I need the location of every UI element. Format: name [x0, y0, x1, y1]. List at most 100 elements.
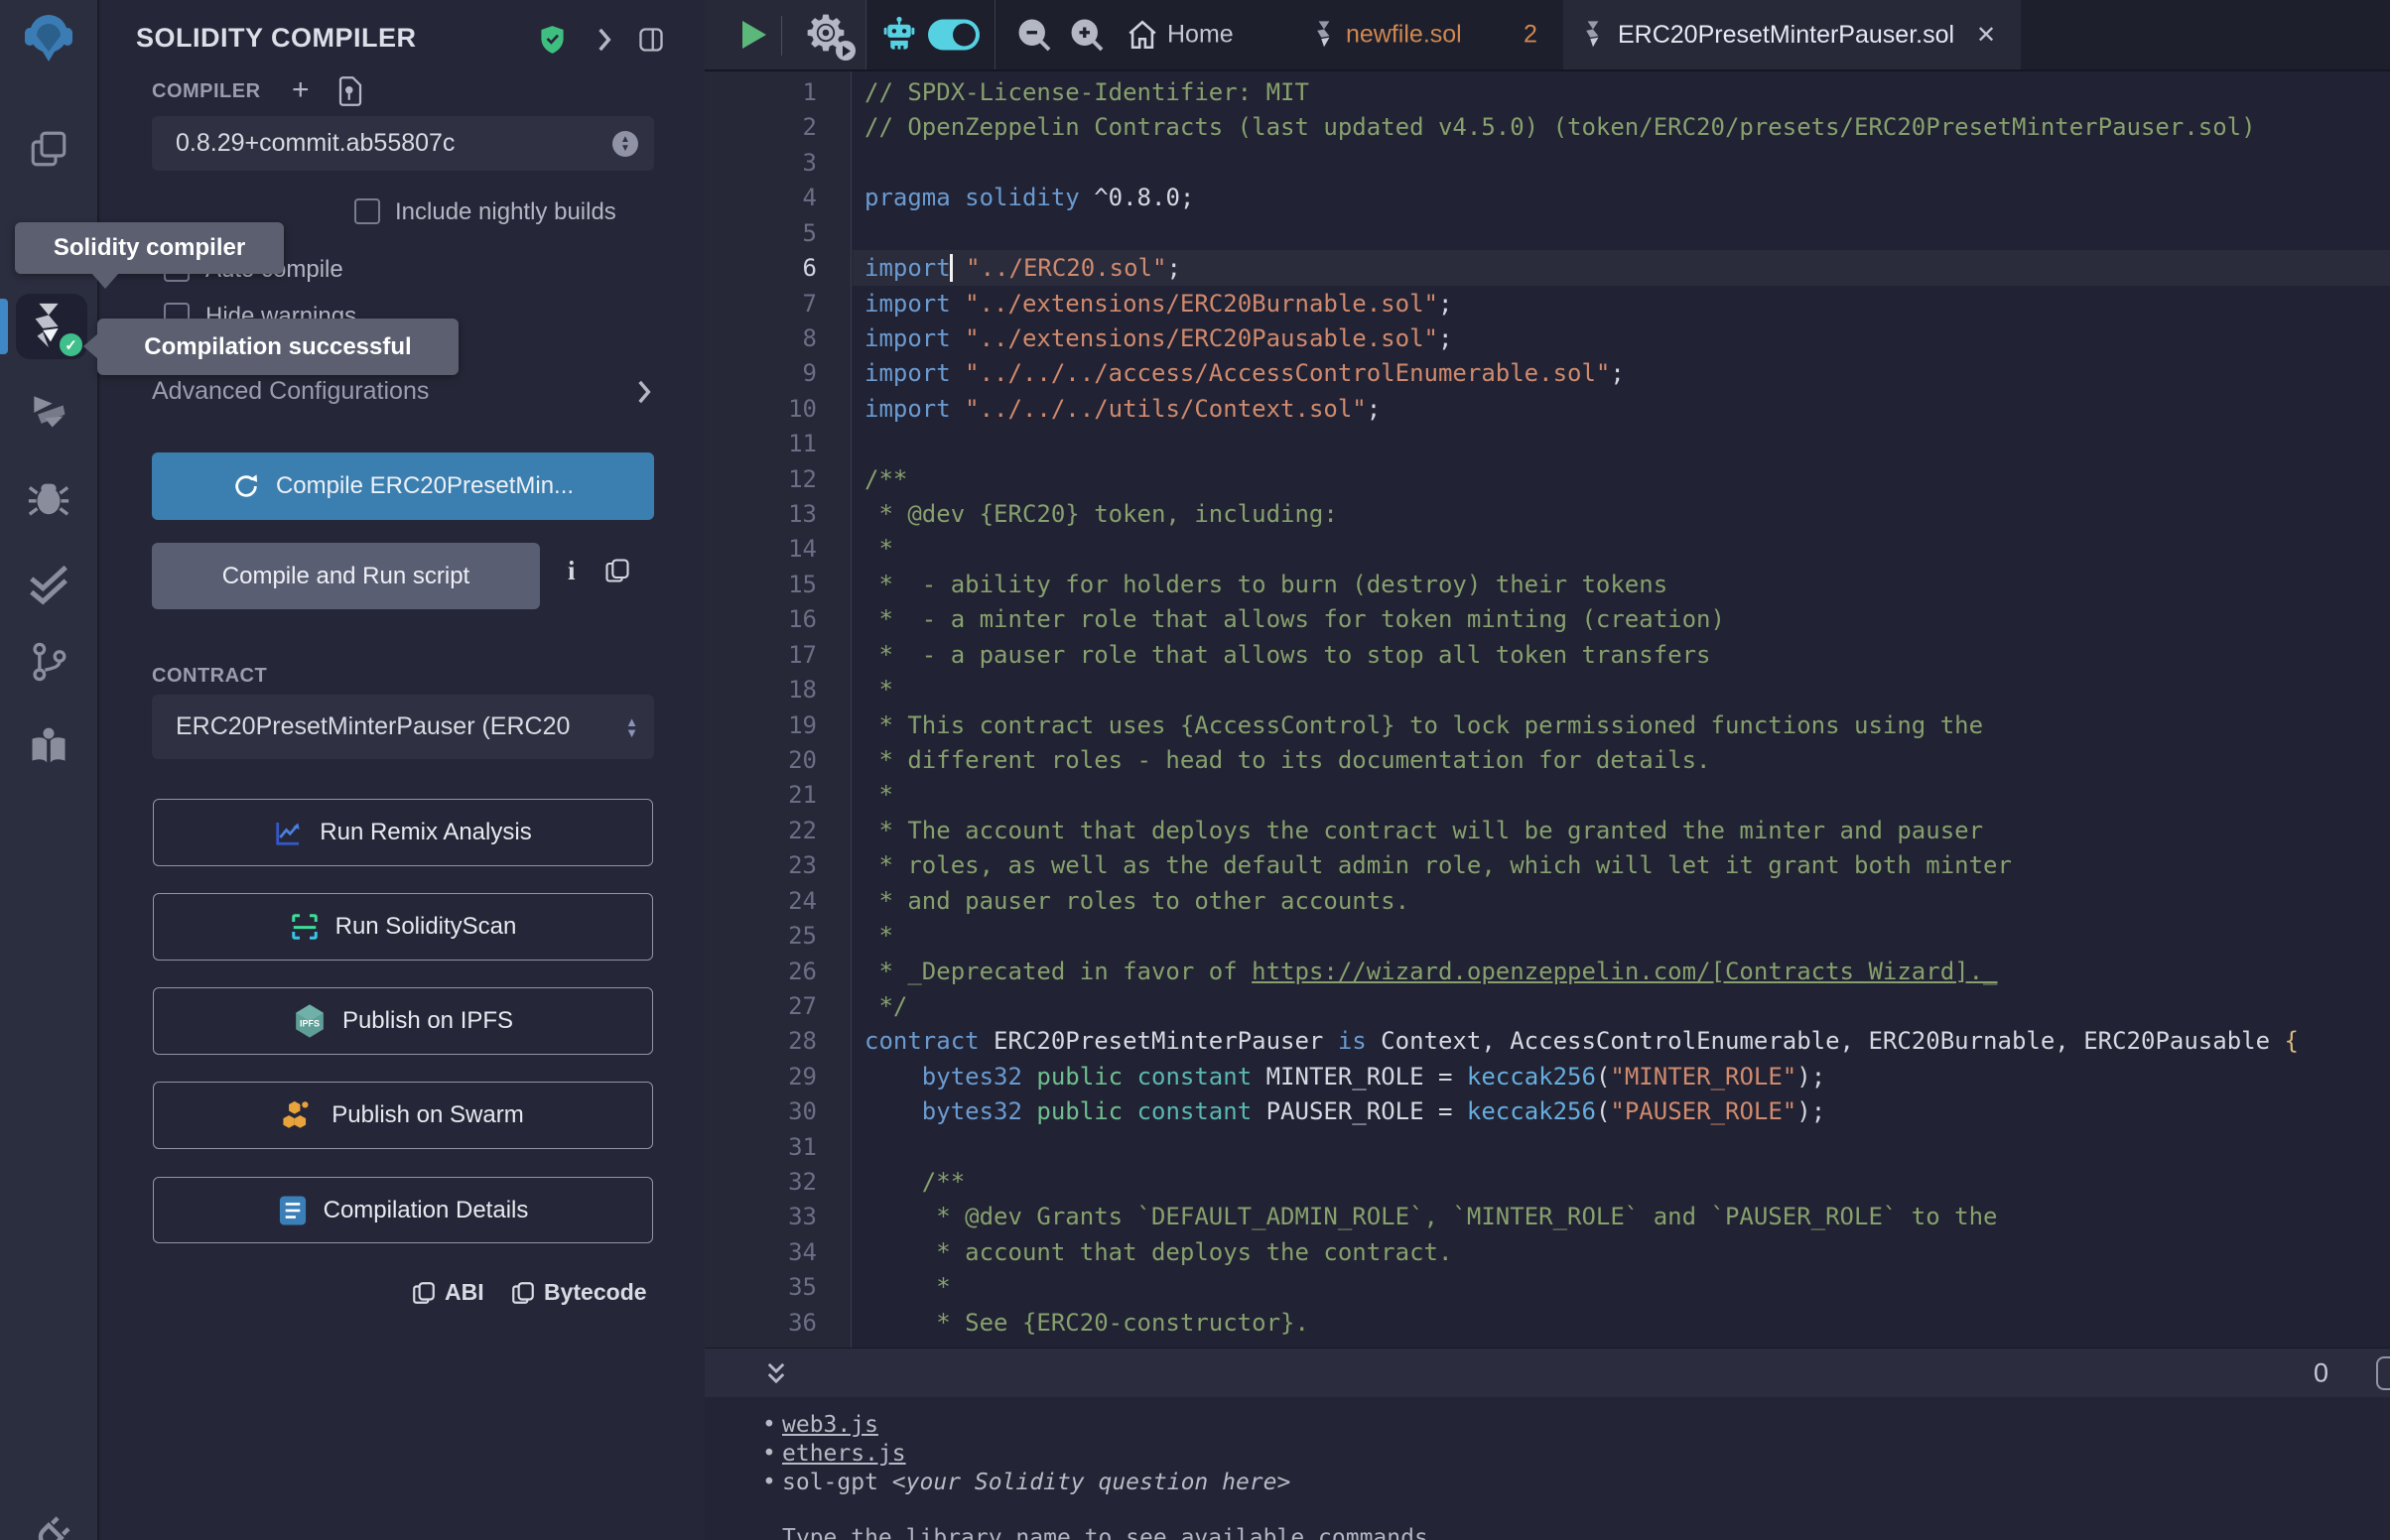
code-line[interactable]: import "../../../access/AccessControlEnu…: [853, 355, 2390, 391]
compiler-license-icon[interactable]: [337, 76, 363, 106]
line-number[interactable]: 11: [705, 426, 817, 461]
code-line[interactable]: /**: [853, 1164, 2390, 1200]
code-line[interactable]: *: [853, 1269, 2390, 1305]
expand-terminal-icon[interactable]: [764, 1361, 788, 1387]
code-line[interactable]: * and pauser roles to other accounts.: [853, 883, 2390, 919]
code-line[interactable]: bytes32 public constant MINTER_ROLE = ke…: [853, 1059, 2390, 1094]
line-number[interactable]: 36: [705, 1305, 817, 1341]
line-number[interactable]: 12: [705, 461, 817, 497]
publish-ipfs-button[interactable]: IPFS Publish on IPFS: [153, 987, 653, 1055]
line-number[interactable]: 31: [705, 1129, 817, 1165]
debugger-icon[interactable]: [26, 474, 71, 520]
bytecode-copy-icon[interactable]: [510, 1279, 536, 1307]
tab-newfile[interactable]: newfile.sol: [1346, 21, 1462, 50]
line-number[interactable]: 28: [705, 1023, 817, 1059]
code-line[interactable]: * account that deploys the contract.: [853, 1234, 2390, 1270]
code-line[interactable]: pragma solidity ^0.8.0;: [853, 180, 2390, 215]
bytecode-label[interactable]: Bytecode: [544, 1279, 647, 1306]
abi-copy-icon[interactable]: [411, 1279, 437, 1307]
line-number[interactable]: 5: [705, 215, 817, 251]
line-number[interactable]: 27: [705, 988, 817, 1024]
code-line[interactable]: *: [853, 918, 2390, 954]
code-line[interactable]: // SPDX-License-Identifier: MIT: [853, 74, 2390, 110]
line-number[interactable]: 18: [705, 672, 817, 707]
code-line[interactable]: bytes32 public constant PAUSER_ROLE = ke…: [853, 1093, 2390, 1129]
line-number[interactable]: 1: [705, 74, 817, 110]
line-number[interactable]: 7: [705, 286, 817, 321]
line-number[interactable]: 19: [705, 707, 817, 743]
ai-copilot-toggle[interactable]: [928, 20, 980, 51]
code-line[interactable]: * See {ERC20-constructor}.: [853, 1305, 2390, 1341]
code-line[interactable]: /**: [853, 461, 2390, 497]
line-number[interactable]: 2: [705, 109, 817, 145]
publish-swarm-button[interactable]: Publish on Swarm: [153, 1082, 653, 1149]
ai-copilot-robot-icon[interactable]: [881, 16, 917, 54]
code-line[interactable]: *: [853, 672, 2390, 707]
code-line[interactable]: */: [853, 988, 2390, 1024]
home-icon[interactable]: [1126, 18, 1159, 52]
code-line[interactable]: import "../extensions/ERC20Pausable.sol"…: [853, 321, 2390, 356]
close-tab-icon[interactable]: ✕: [1976, 21, 1996, 50]
tab-erc20presetminterpauser[interactable]: ERC20PresetMinterPauser.sol ✕: [1563, 0, 2021, 69]
abi-label[interactable]: ABI: [445, 1279, 484, 1306]
line-number[interactable]: 21: [705, 777, 817, 813]
code-line[interactable]: import "../../../utils/Context.sol";: [853, 391, 2390, 427]
line-number[interactable]: 14: [705, 531, 817, 567]
terminal-search-box[interactable]: [2376, 1356, 2390, 1390]
home-tab-label[interactable]: Home: [1167, 21, 1234, 50]
line-number[interactable]: 29: [705, 1059, 817, 1094]
line-number[interactable]: 4: [705, 180, 817, 215]
line-number[interactable]: 35: [705, 1269, 817, 1305]
run-remix-analysis-button[interactable]: Run Remix Analysis: [153, 799, 653, 866]
line-number[interactable]: 10: [705, 391, 817, 427]
plugin-manager-icon[interactable]: [27, 1516, 70, 1540]
code-line[interactable]: * The account that deploys the contract …: [853, 813, 2390, 848]
line-number[interactable]: 3: [705, 145, 817, 181]
compiler-version-select[interactable]: 0.8.29+commit.ab55807c ▲▼: [152, 116, 654, 171]
terminal-output[interactable]: •web3.js•ethers.js•sol-gpt <your Solidit…: [705, 1397, 2390, 1540]
line-number[interactable]: 22: [705, 813, 817, 848]
remix-logo-icon[interactable]: [21, 10, 76, 65]
code-line[interactable]: * - a pauser role that allows to stop al…: [853, 637, 2390, 673]
code-line[interactable]: * @dev Grants `DEFAULT_ADMIN_ROLE`, `MIN…: [853, 1199, 2390, 1234]
add-compiler-icon[interactable]: +: [292, 73, 310, 107]
terminal-list-item[interactable]: •ethers.js: [762, 1440, 906, 1469]
code-line[interactable]: // OpenZeppelin Contracts (last updated …: [853, 109, 2390, 145]
contract-select[interactable]: ERC20PresetMinterPauser (ERC20 ▲▼: [152, 695, 654, 759]
terminal-list-item[interactable]: •web3.js: [762, 1411, 878, 1440]
code-line[interactable]: * - ability for holders to burn (destroy…: [853, 567, 2390, 602]
compile-button[interactable]: Compile ERC20PresetMin...: [152, 452, 654, 520]
line-number[interactable]: 32: [705, 1164, 817, 1200]
line-number[interactable]: 6: [705, 250, 817, 286]
learneth-icon[interactable]: [26, 724, 71, 768]
line-number[interactable]: 8: [705, 321, 817, 356]
chevron-right-icon[interactable]: [596, 27, 613, 53]
file-explorer-icon[interactable]: [28, 128, 69, 170]
code-line[interactable]: [853, 145, 2390, 181]
code-line[interactable]: [853, 426, 2390, 461]
code-line[interactable]: *: [853, 777, 2390, 813]
compilation-details-button[interactable]: Compilation Details: [153, 1177, 653, 1243]
code-line[interactable]: * @dev {ERC20} token, including:: [853, 496, 2390, 532]
advanced-configurations-label[interactable]: Advanced Configurations: [152, 377, 429, 406]
code-line[interactable]: * roles, as well as the default admin ro…: [853, 847, 2390, 883]
line-number[interactable]: 33: [705, 1199, 817, 1234]
line-number[interactable]: 34: [705, 1234, 817, 1270]
line-number[interactable]: 26: [705, 954, 817, 989]
compile-and-run-button[interactable]: Compile and Run script: [152, 543, 540, 609]
info-icon[interactable]: i: [568, 556, 576, 586]
line-number[interactable]: 17: [705, 637, 817, 673]
deploy-run-icon[interactable]: [26, 389, 71, 433]
script-config-gear-icon[interactable]: [804, 11, 852, 59]
code-line[interactable]: import "../ERC20.sol";: [853, 250, 2390, 286]
line-number[interactable]: 24: [705, 883, 817, 919]
code-line[interactable]: * _Deprecated in favor of https://wizard…: [853, 954, 2390, 989]
code-editor[interactable]: 1234567891011121314151617181920212223242…: [705, 71, 2390, 1348]
code-line[interactable]: import "../extensions/ERC20Burnable.sol"…: [853, 286, 2390, 321]
line-number[interactable]: 20: [705, 742, 817, 778]
source-control-icon[interactable]: [27, 639, 70, 685]
code-line[interactable]: * different roles - head to its document…: [853, 742, 2390, 778]
line-number[interactable]: 9: [705, 355, 817, 391]
zoom-out-icon[interactable]: [1016, 17, 1052, 53]
run-script-play-icon[interactable]: [740, 19, 768, 51]
